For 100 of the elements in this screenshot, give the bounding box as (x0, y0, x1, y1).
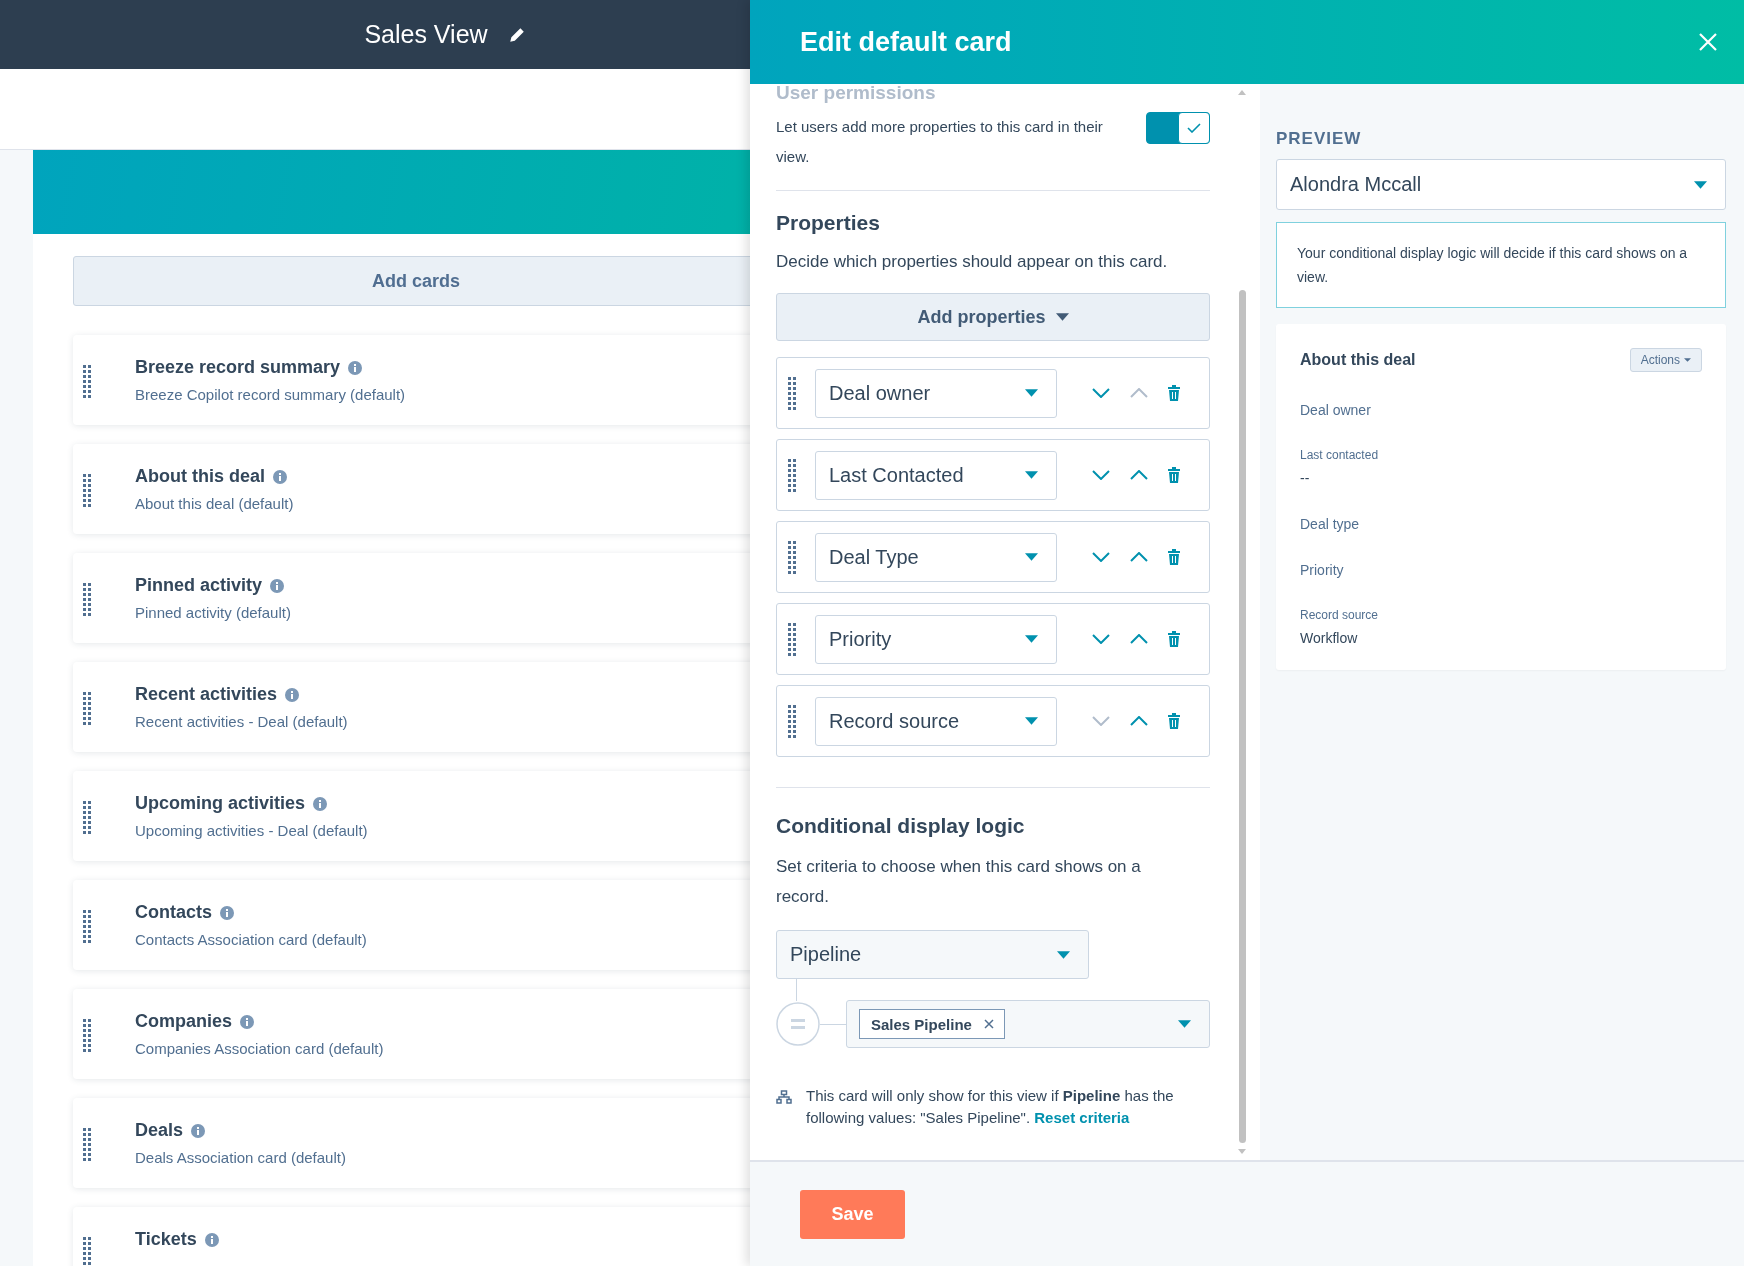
card-title: Pinned activity (135, 575, 263, 596)
delete-icon[interactable] (1168, 631, 1180, 647)
info-icon (270, 578, 285, 593)
property-dropdown[interactable]: Record source (815, 696, 1057, 746)
section-description: Decide which properties should appear on this card. (776, 251, 1169, 273)
section-heading: User permissions (776, 82, 937, 102)
move-down-icon[interactable] (1092, 470, 1110, 480)
move-down-icon[interactable] (1092, 634, 1110, 644)
preview-heading: PREVIEW (1276, 129, 1363, 149)
card-subtitle: Breeze Copilot record summary (default) (135, 386, 406, 403)
drag-handle-icon[interactable] (83, 1128, 91, 1161)
card-subtitle: Pinned activity (default) (135, 604, 291, 621)
info-icon (240, 1014, 255, 1029)
info-icon (313, 796, 328, 811)
caret-icon (1684, 358, 1691, 362)
field-label: Deal owner (1300, 402, 1372, 418)
toggle-switch[interactable] (1146, 112, 1210, 144)
field-label: Record source (1300, 608, 1380, 622)
info-icon (285, 687, 300, 702)
info-icon (348, 360, 363, 375)
caret-icon (1025, 389, 1038, 397)
delete-icon[interactable] (1168, 385, 1180, 401)
move-up-icon[interactable] (1130, 552, 1148, 562)
card-subtitle: Companies Association card (default) (135, 1040, 384, 1057)
move-down-icon[interactable] (1092, 552, 1110, 562)
property-dropdown[interactable]: Deal Type (815, 532, 1057, 582)
property-dropdown[interactable]: Pipeline (776, 930, 1089, 979)
caret-icon (1694, 180, 1707, 189)
card-title: Upcoming activities (135, 793, 306, 814)
card-item[interactable]: Tickets (73, 1207, 750, 1266)
drag-handle-icon[interactable] (83, 583, 91, 616)
card-subtitle: Contacts Association card (default) (135, 931, 367, 948)
card-subtitle: Recent activities - Deal (default) (135, 713, 348, 730)
card-item[interactable]: Companies Companies Association card (default) (73, 989, 750, 1079)
drag-handle-icon[interactable] (83, 1237, 91, 1266)
move-up-icon[interactable] (1130, 470, 1148, 480)
property-dropdown[interactable]: Priority (815, 614, 1057, 664)
info-icon (191, 1123, 206, 1138)
field-label: Last contacted (1300, 448, 1380, 462)
close-icon[interactable] (1698, 32, 1718, 52)
drag-handle-icon[interactable] (83, 365, 91, 398)
section-heading: Properties (776, 211, 881, 235)
delete-icon[interactable] (1168, 467, 1180, 483)
field-value: -- (1300, 470, 1311, 486)
card-item[interactable]: Contacts Contacts Association card (default) (73, 880, 750, 970)
actions-button[interactable]: Actions (1629, 348, 1702, 372)
drag-handle-icon[interactable] (83, 1019, 91, 1052)
record-dropdown[interactable]: Alondra Mccall (1276, 159, 1726, 210)
move-down-icon[interactable] (1092, 388, 1110, 398)
info-icon (204, 1232, 219, 1247)
add-cards-button[interactable]: Add cards (73, 256, 750, 306)
card-item[interactable]: Upcoming activities Upcoming activities - Deal (default) (73, 771, 750, 861)
card-item[interactable]: Recent activities Recent activities - Deal (default) (73, 662, 750, 752)
add-properties-button[interactable]: Add properties (776, 293, 1210, 341)
card-title: About this deal (135, 466, 265, 487)
caret-icon (1025, 635, 1038, 643)
drag-handle-icon[interactable] (83, 910, 91, 943)
field-label: Deal type (1300, 516, 1361, 532)
card-subtitle: Upcoming activities - Deal (default) (135, 822, 368, 839)
drag-handle-icon[interactable] (788, 458, 796, 492)
delete-icon[interactable] (1168, 549, 1180, 565)
card-title: Deals (135, 1120, 184, 1141)
value-tag[interactable]: Sales Pipeline (859, 1009, 1005, 1039)
drag-handle-icon[interactable] (788, 540, 796, 574)
info-notice: Your conditional display logic will decide if this card shows on a view. (1276, 222, 1726, 308)
drag-handle-icon[interactable] (83, 692, 91, 725)
connector-line (820, 1023, 846, 1025)
remove-icon[interactable] (983, 1019, 994, 1029)
caret-icon (1025, 471, 1038, 479)
card-item[interactable]: About this deal About this deal (default) (73, 444, 750, 534)
reset-criteria-link[interactable]: Reset criteria (1034, 1109, 1130, 1126)
move-up-icon[interactable] (1130, 716, 1148, 726)
section-description: Set criteria to choose when this card shows on a record. (776, 856, 1142, 908)
caret-icon (1057, 950, 1070, 959)
card-item[interactable]: Pinned activity Pinned activity (default) (73, 553, 750, 643)
drag-handle-icon[interactable] (788, 376, 796, 410)
card-subtitle: Deals Association card (default) (135, 1149, 346, 1166)
view-title: Sales View (364, 20, 488, 49)
card-title: Contacts (135, 902, 212, 923)
field-value: Workflow (1300, 630, 1359, 646)
edit-icon[interactable] (507, 25, 526, 44)
delete-icon[interactable] (1168, 713, 1180, 729)
drag-handle-icon[interactable] (788, 704, 796, 738)
property-dropdown[interactable]: Last Contacted (815, 450, 1057, 500)
caret-icon (1178, 1020, 1191, 1028)
drag-handle-icon[interactable] (83, 474, 91, 507)
caret-icon (1025, 553, 1038, 561)
card-item[interactable]: Deals Deals Association card (default) (73, 1098, 750, 1188)
caret-icon (1025, 717, 1038, 725)
field-label: Priority (1300, 562, 1345, 578)
move-up-icon[interactable] (1130, 634, 1148, 644)
drag-handle-icon[interactable] (83, 801, 91, 834)
card-title: Companies (135, 1011, 233, 1032)
property-dropdown[interactable]: Deal owner (815, 368, 1057, 418)
card-title: Tickets (135, 1229, 197, 1250)
check-icon (1187, 123, 1201, 133)
card-item[interactable]: Breeze record summary Breeze Copilot record summary (default) (73, 335, 750, 425)
card-title: Recent activities (135, 684, 278, 705)
drag-handle-icon[interactable] (788, 622, 796, 656)
value-select-field[interactable]: Sales Pipeline (846, 1000, 1210, 1048)
